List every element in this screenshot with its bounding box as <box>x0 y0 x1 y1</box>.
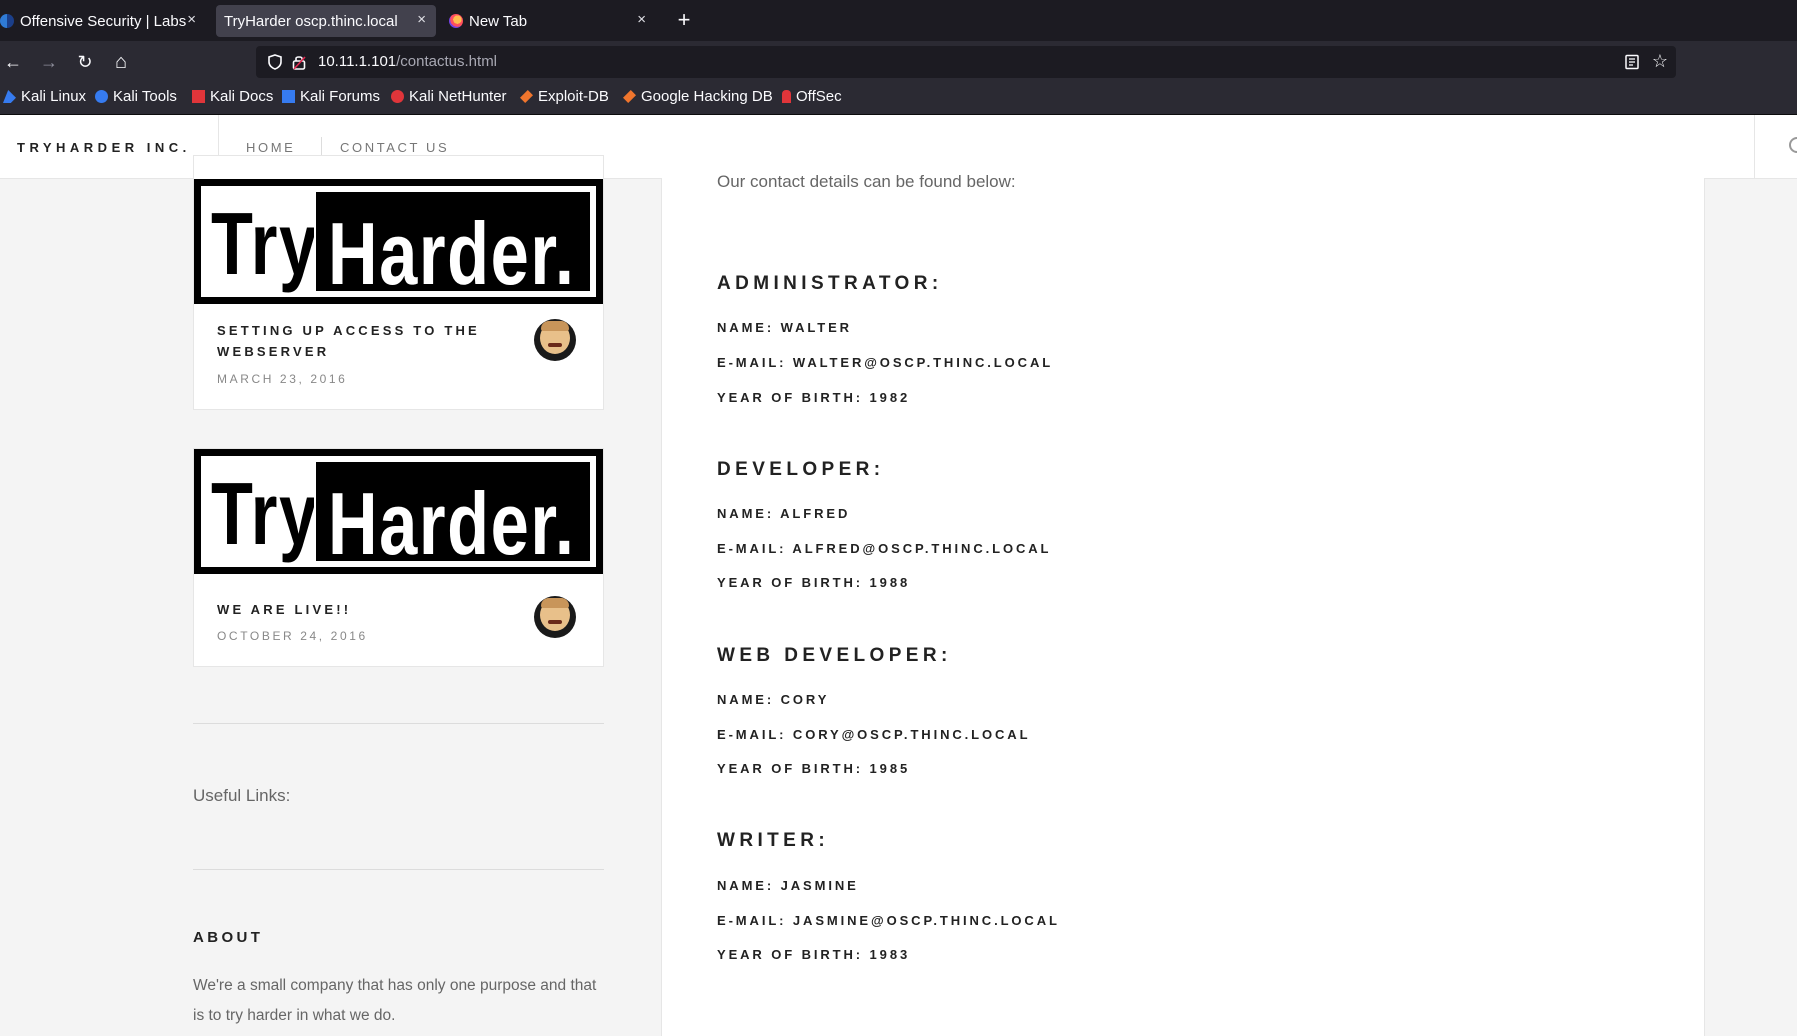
contact-email: E-MAIL: CORY@OSCP.THINC.LOCAL <box>717 727 1031 742</box>
bookmark-label: Kali Tools <box>113 88 177 105</box>
contact-email: E-MAIL: ALFRED@OSCP.THINC.LOCAL <box>717 541 1052 556</box>
contact-name: NAME: JASMINE <box>717 878 859 893</box>
nethunter-icon <box>391 90 404 103</box>
kali-tools-icon <box>95 90 108 103</box>
address-bar[interactable]: 10.11.1.101/contactus.html ☆ <box>256 46 1676 78</box>
post-card[interactable]: Try Harder. SETTING UP ACCESS TO THE WEB… <box>193 155 604 410</box>
logo-text-try: Try <box>211 194 319 293</box>
contact-role: ADMINISTRATOR: <box>717 273 943 294</box>
bookmark-star-icon[interactable]: ☆ <box>1652 52 1668 70</box>
contact-role: DEVELOPER: <box>717 459 885 480</box>
bookmark-label: Kali Docs <box>210 88 274 105</box>
contact-intro: Our contact details can be found below: <box>717 172 1016 191</box>
post-date: OCTOBER 24, 2016 <box>217 629 368 643</box>
header-divider <box>1754 115 1755 178</box>
firefox-icon <box>449 14 463 28</box>
contact-name: NAME: WALTER <box>717 320 852 335</box>
tab-title: Offensive Security | Labs <box>20 12 187 30</box>
logo-text-harder: Harder. <box>328 204 576 303</box>
new-tab-button[interactable]: + <box>672 6 696 34</box>
site-brand[interactable]: TRYHARDER INC. <box>17 140 191 155</box>
contact-role: WRITER: <box>717 830 830 851</box>
bookmark-google-hacking-db[interactable]: Google Hacking DB <box>623 88 773 105</box>
tab-strip: Offensive Security | Labs × TryHarder os… <box>0 0 1797 41</box>
ghdb-icon <box>623 90 636 103</box>
contact-name: NAME: CORY <box>717 692 830 707</box>
bookmark-label: Exploit-DB <box>538 88 609 105</box>
bookmarks-toolbar: Kali Linux Kali Tools Kali Docs Kali For… <box>0 83 1797 115</box>
tracking-shield-icon[interactable] <box>268 54 282 70</box>
post-title[interactable]: SETTING UP ACCESS TO THE WEBSERVER <box>217 320 507 362</box>
author-avatar[interactable] <box>534 596 576 638</box>
contact-role: WEB DEVELOPER: <box>717 645 952 666</box>
tab-title: TryHarder oscp.thinc.local <box>224 12 398 30</box>
offsec-favicon-icon <box>0 14 14 28</box>
contact-name: NAME: ALFRED <box>717 506 851 521</box>
nav-separator <box>321 137 322 155</box>
tab-tryharder[interactable]: TryHarder oscp.thinc.local × <box>216 5 436 37</box>
bookmark-kali-docs[interactable]: Kali Docs <box>192 88 273 105</box>
reload-button[interactable]: ↻ <box>72 49 98 75</box>
bookmark-kali-nethunter[interactable]: Kali NetHunter <box>391 88 507 105</box>
close-tab-icon[interactable]: × <box>187 11 196 28</box>
about-heading: ABOUT <box>193 929 264 946</box>
forward-button[interactable]: → <box>36 49 62 75</box>
contact-email: E-MAIL: JASMINE@OSCP.THINC.LOCAL <box>717 913 1060 928</box>
exploit-db-icon <box>520 90 533 103</box>
bookmark-label: Kali Forums <box>300 88 381 105</box>
useful-links-label: Useful Links: <box>193 786 291 805</box>
offsec-icon <box>782 90 791 103</box>
post-title[interactable]: WE ARE LIVE!! <box>217 599 507 620</box>
kali-forums-icon <box>282 90 295 103</box>
tab-offensive-security[interactable]: Offensive Security | Labs × <box>0 5 206 37</box>
tryharder-logo: Try Harder. <box>194 449 603 574</box>
url-host: 10.11.1.101 <box>318 53 397 70</box>
contact-email: E-MAIL: WALTER@OSCP.THINC.LOCAL <box>717 355 1054 370</box>
kali-dragon-icon <box>3 90 16 103</box>
contact-birth-year: YEAR OF BIRTH: 1982 <box>717 390 911 405</box>
tab-new-tab[interactable]: New Tab × <box>446 5 656 37</box>
logo-text-harder: Harder. <box>328 474 576 573</box>
bookmark-label: Google Hacking DB <box>641 88 773 105</box>
contact-birth-year: YEAR OF BIRTH: 1988 <box>717 575 911 590</box>
back-button[interactable]: ← <box>0 49 26 75</box>
url-text[interactable]: 10.11.1.101/contactus.html <box>318 53 497 70</box>
contact-content: Our contact details can be found below: … <box>661 172 1705 1036</box>
home-button[interactable]: ⌂ <box>108 49 134 75</box>
reader-view-icon[interactable] <box>1624 54 1640 70</box>
nav-home[interactable]: HOME <box>246 140 295 155</box>
sidebar-divider <box>193 723 604 724</box>
search-icon[interactable] <box>1789 137 1797 153</box>
contact-birth-year: YEAR OF BIRTH: 1985 <box>717 761 911 776</box>
tab-title: New Tab <box>469 12 528 30</box>
tryharder-logo: Try Harder. <box>194 179 603 304</box>
bookmark-label: OffSec <box>796 88 842 105</box>
url-path: /contactus.html <box>396 53 498 70</box>
close-tab-icon[interactable]: × <box>417 11 426 28</box>
about-text: We're a small company that has only one … <box>193 977 597 1024</box>
bookmark-offsec[interactable]: OffSec <box>782 88 842 105</box>
bookmark-label: Kali Linux <box>21 88 87 105</box>
bookmark-kali-forums[interactable]: Kali Forums <box>282 88 380 105</box>
close-tab-icon[interactable]: × <box>637 11 646 28</box>
nav-contact-us[interactable]: CONTACT US <box>340 140 449 155</box>
kali-docs-icon <box>192 90 205 103</box>
logo-text-try: Try <box>211 464 319 563</box>
bookmark-kali-tools[interactable]: Kali Tools <box>95 88 177 105</box>
lock-icon[interactable] <box>292 54 306 70</box>
bookmark-label: Kali NetHunter <box>409 88 507 105</box>
author-avatar[interactable] <box>534 319 576 361</box>
contact-birth-year: YEAR OF BIRTH: 1983 <box>717 947 911 962</box>
bookmark-exploit-db[interactable]: Exploit-DB <box>520 88 609 105</box>
bookmark-kali-linux[interactable]: Kali Linux <box>3 88 86 105</box>
navigation-toolbar: ← → ↻ ⌂ 10.11.1.101/contactus.html ☆ <box>0 41 1797 83</box>
post-date: MARCH 23, 2016 <box>217 372 348 386</box>
post-card[interactable]: Try Harder. WE ARE LIVE!! OCTOBER 24, 20… <box>193 448 604 667</box>
sidebar-divider <box>193 869 604 870</box>
